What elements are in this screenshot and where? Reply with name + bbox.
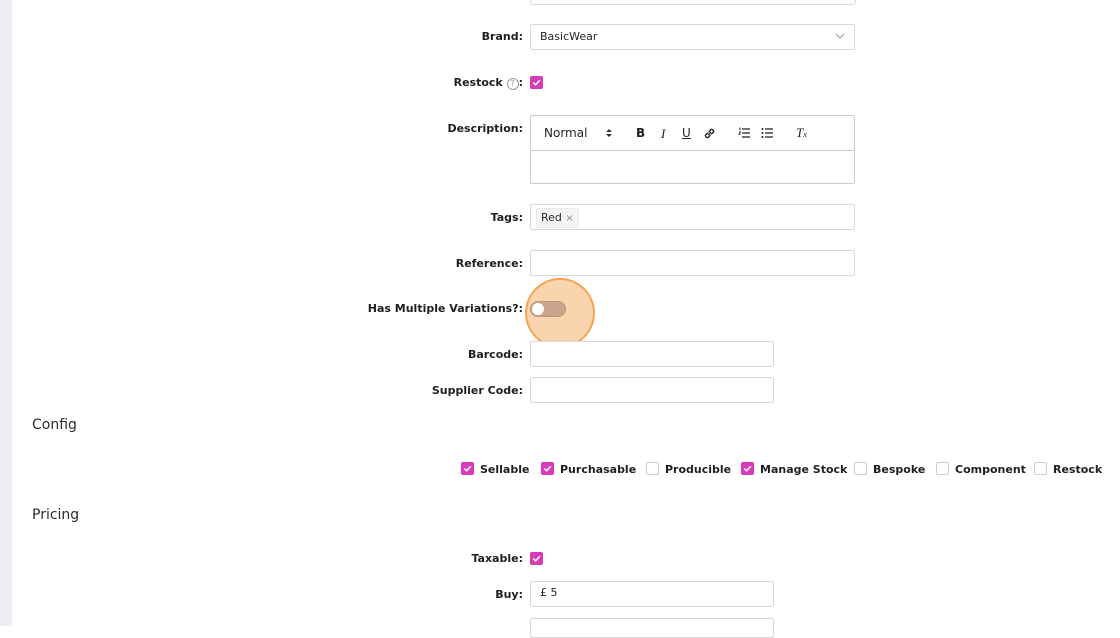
checkmark-icon (743, 465, 752, 472)
manage-stock-checkbox[interactable] (741, 462, 754, 475)
config-section-title: Config (32, 417, 77, 433)
left-sidebar-edge (0, 0, 12, 626)
manage-stock-label: Manage Stock (760, 463, 848, 476)
supplier-code-input[interactable] (530, 377, 774, 403)
checkmark-icon (532, 555, 541, 562)
tags-label: Tags: (490, 211, 523, 224)
sellable-checkbox[interactable] (461, 462, 474, 475)
checkmark-icon (463, 465, 472, 472)
tag-chip: Red × (536, 208, 579, 228)
clear-format-button[interactable]: Tx (796, 125, 807, 141)
bold-button[interactable]: B (636, 126, 645, 140)
producible-checkbox[interactable] (646, 462, 659, 475)
sellable-label: Sellable (480, 463, 530, 476)
bespoke-label: Bespoke (873, 463, 926, 476)
chevron-down-icon (835, 33, 845, 39)
variations-label: Has Multiple Variations?: (367, 302, 523, 315)
description-label: Description: (447, 122, 523, 135)
purchasable-label: Purchasable (560, 463, 637, 476)
tag-remove-icon[interactable]: × (565, 213, 573, 224)
buy-price-value: £ 5 (540, 586, 558, 599)
pricing-section-title: Pricing (32, 507, 80, 523)
brand-label: Brand: (481, 30, 523, 43)
select-arrows-icon[interactable] (606, 128, 612, 138)
ordered-list-icon[interactable] (738, 127, 751, 139)
taxable-label: Taxable: (471, 552, 523, 565)
bullet-list-icon[interactable] (761, 127, 774, 139)
reference-label: Reference: (455, 257, 523, 270)
heading-select[interactable]: Normal (544, 126, 587, 140)
restock-checkbox[interactable] (530, 76, 543, 89)
toggle-knob (532, 303, 544, 315)
previous-field-input[interactable] (530, 0, 856, 5)
tags-input[interactable]: Red × (530, 204, 855, 230)
component-label: Component (955, 463, 1026, 476)
supplier-code-label: Supplier Code: (431, 384, 523, 397)
restock-label: Restock ?: (453, 76, 523, 90)
taxable-checkbox[interactable] (530, 552, 543, 565)
config-restock-checkbox[interactable] (1034, 462, 1047, 475)
editor-content-area[interactable] (531, 151, 854, 183)
variations-toggle[interactable] (530, 301, 566, 317)
checkmark-icon (532, 79, 541, 86)
clear-format-subscript-icon: x (803, 130, 807, 139)
brand-select[interactable]: BasicWear (530, 24, 855, 50)
barcode-label: Barcode: (467, 348, 523, 361)
config-restock-label: Restock (1053, 463, 1103, 476)
description-editor[interactable]: Normal B I U Tx (530, 115, 855, 184)
reference-input[interactable] (530, 250, 855, 276)
underline-button[interactable]: U (682, 126, 691, 140)
checkmark-icon (543, 465, 552, 472)
producible-label: Producible (665, 463, 732, 476)
italic-button[interactable]: I (661, 126, 665, 142)
component-checkbox[interactable] (936, 462, 949, 475)
barcode-input[interactable] (530, 341, 774, 367)
link-icon[interactable] (703, 127, 716, 140)
buy-price-input[interactable]: £ 5 (530, 581, 774, 607)
purchasable-checkbox[interactable] (541, 462, 554, 475)
brand-select-value: BasicWear (540, 30, 598, 43)
tag-chip-label: Red (541, 211, 562, 224)
help-icon[interactable]: ? (506, 78, 519, 90)
bespoke-checkbox[interactable] (854, 462, 867, 475)
buy-label: Buy: (495, 588, 523, 601)
next-field-input[interactable] (530, 618, 774, 638)
editor-toolbar: Normal B I U Tx (531, 116, 854, 151)
